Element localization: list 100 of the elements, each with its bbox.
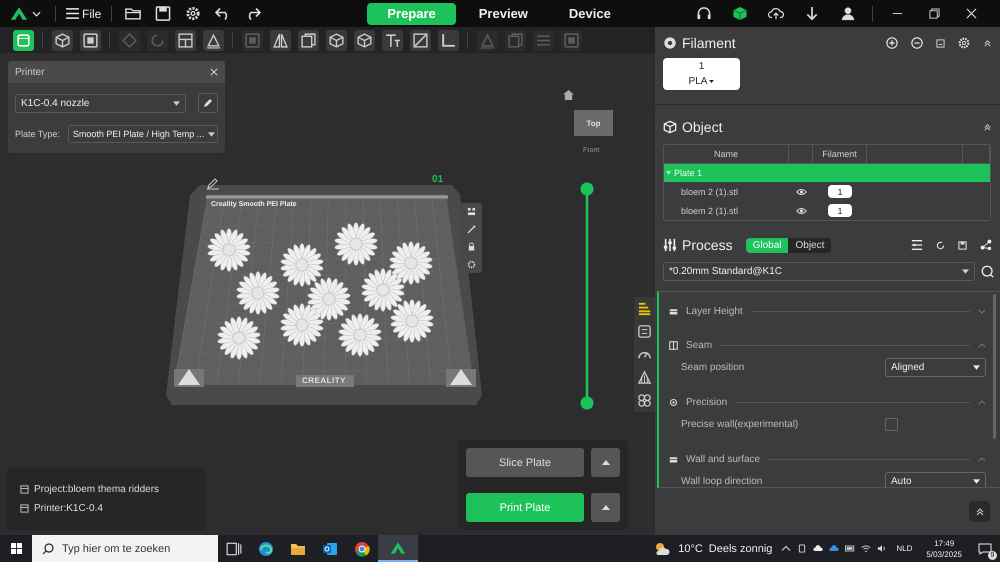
printer-dropdown[interactable]: K1C-0.4 nozzle: [15, 94, 186, 112]
plate-type-dropdown[interactable]: Smooth PEI Plate / High Temp ...: [68, 125, 218, 143]
list-icon[interactable]: [637, 301, 652, 316]
group-title[interactable]: Seam: [686, 340, 712, 350]
user-icon[interactable]: [840, 6, 856, 21]
nodes-icon[interactable]: [980, 239, 992, 251]
object-name[interactable]: bloem 2 (1).stl: [664, 206, 789, 216]
eye-icon[interactable]: [796, 206, 806, 214]
note-icon[interactable]: [936, 38, 945, 48]
slider-handle[interactable]: [580, 396, 594, 410]
cube-icon[interactable]: [326, 30, 346, 50]
pencil-icon: [203, 98, 213, 108]
option-dropdown[interactable]: Aligned: [885, 358, 986, 377]
object-name[interactable]: bloem 2 (1).stl: [664, 186, 789, 196]
scroll-top-button[interactable]: [969, 501, 990, 522]
arc-icon[interactable]: [146, 30, 168, 50]
cube-icon[interactable]: [52, 30, 72, 50]
group-title[interactable]: Precision: [686, 396, 728, 408]
document-icon: [20, 504, 29, 513]
edit-button[interactable]: [198, 93, 218, 113]
chevron-up-icon[interactable]: [781, 544, 792, 553]
taskbar-search-field[interactable]: Typ hier om te zoeken: [32, 535, 218, 562]
task-view-icon[interactable]: [226, 540, 242, 556]
slider-handle[interactable]: [580, 182, 594, 196]
layout-icon[interactable]: [174, 30, 196, 50]
phone-icon[interactable]: [797, 544, 808, 553]
battery-icon[interactable]: [845, 544, 856, 553]
group-title[interactable]: Layer Height: [686, 306, 743, 316]
add-icon[interactable]: [886, 37, 898, 49]
logo-icon[interactable]: [10, 6, 28, 21]
home-icon[interactable]: [563, 90, 574, 100]
close-icon[interactable]: [210, 68, 218, 76]
grid-icon[interactable]: [466, 207, 476, 216]
weather-icon[interactable]: [654, 540, 670, 556]
restore-icon[interactable]: [929, 8, 940, 19]
input-language[interactable]: NLD: [896, 544, 912, 553]
preset-dropdown[interactable]: *0.20mm Standard@K1C: [663, 262, 975, 281]
lines-icon[interactable]: [532, 30, 554, 50]
cube-icon[interactable]: [354, 30, 374, 50]
temperature[interactable]: 10°C: [678, 542, 703, 554]
wand-icon[interactable]: [466, 224, 476, 234]
settings-icon[interactable]: [958, 37, 970, 49]
action-button[interactable]: Slice Plate: [466, 448, 584, 477]
windows-start-icon[interactable]: [11, 543, 22, 554]
option-dropdown[interactable]: Auto: [885, 472, 986, 487]
filament-number[interactable]: 1: [828, 204, 852, 217]
lock-icon[interactable]: [466, 242, 476, 252]
close-icon[interactable]: [966, 8, 977, 19]
cloud-icon[interactable]: [813, 544, 824, 553]
settings-icon[interactable]: [185, 6, 202, 21]
refresh-icon[interactable]: [936, 240, 945, 250]
nodes-icon[interactable]: [637, 393, 652, 408]
view-cube-top[interactable]: Top: [574, 110, 613, 136]
expand-button[interactable]: [591, 448, 620, 477]
download-icon[interactable]: [804, 6, 820, 21]
collapse-icon[interactable]: [983, 38, 992, 48]
save-icon[interactable]: [155, 6, 172, 21]
grid-icon[interactable]: [637, 324, 652, 339]
eye-icon[interactable]: [796, 188, 806, 196]
cube-icon[interactable]: [732, 6, 748, 21]
diamond-icon[interactable]: [118, 30, 140, 50]
frame-icon[interactable]: [80, 30, 100, 50]
file-menu-button[interactable]: File: [62, 6, 106, 20]
support-icon[interactable]: [637, 370, 652, 385]
scope-tab[interactable]: Object: [788, 238, 832, 252]
square-icon[interactable]: [12, 30, 34, 50]
headset-icon[interactable]: [696, 6, 712, 21]
scrollbar[interactable]: [993, 294, 996, 439]
mail-app-icon[interactable]: [322, 540, 338, 556]
weather-text[interactable]: Deels zonnig: [708, 542, 772, 554]
mode-tab[interactable]: Preview: [462, 2, 545, 24]
search-icon: [42, 543, 54, 555]
taskbar-app-button[interactable]: [378, 535, 418, 562]
edit-icon[interactable]: [206, 178, 220, 190]
filament-slot[interactable]: 1 PLA: [663, 58, 740, 90]
save-icon[interactable]: [958, 240, 967, 250]
wifi-icon[interactable]: [861, 544, 872, 553]
remove-icon[interactable]: [911, 37, 923, 49]
group-title[interactable]: Wall and surface: [686, 454, 760, 464]
search-icon[interactable]: [981, 265, 994, 278]
browser-icon[interactable]: [258, 540, 274, 556]
menu-icon: [66, 8, 79, 19]
cloud-upload-icon[interactable]: [768, 6, 784, 21]
pages-icon[interactable]: [298, 30, 318, 50]
mode-tab[interactable]: Device: [552, 2, 628, 24]
slash-icon[interactable]: [410, 30, 430, 50]
collapse-icon[interactable]: [983, 122, 992, 132]
layers-icon: [669, 306, 678, 316]
settings-icon[interactable]: [466, 260, 476, 269]
filament-number[interactable]: 1: [828, 185, 852, 198]
text-icon[interactable]: [382, 30, 402, 50]
clock[interactable]: 17:49 5/03/2025: [926, 538, 962, 560]
cube-icon: [663, 120, 677, 134]
expand-button[interactable]: [591, 493, 620, 522]
mirror-icon[interactable]: [270, 30, 290, 50]
layer-slider[interactable]: [579, 181, 595, 411]
checkbox[interactable]: [885, 418, 898, 431]
folder-icon[interactable]: [125, 6, 142, 21]
speaker-icon[interactable]: [877, 544, 888, 553]
corner-icon[interactable]: [438, 30, 458, 50]
